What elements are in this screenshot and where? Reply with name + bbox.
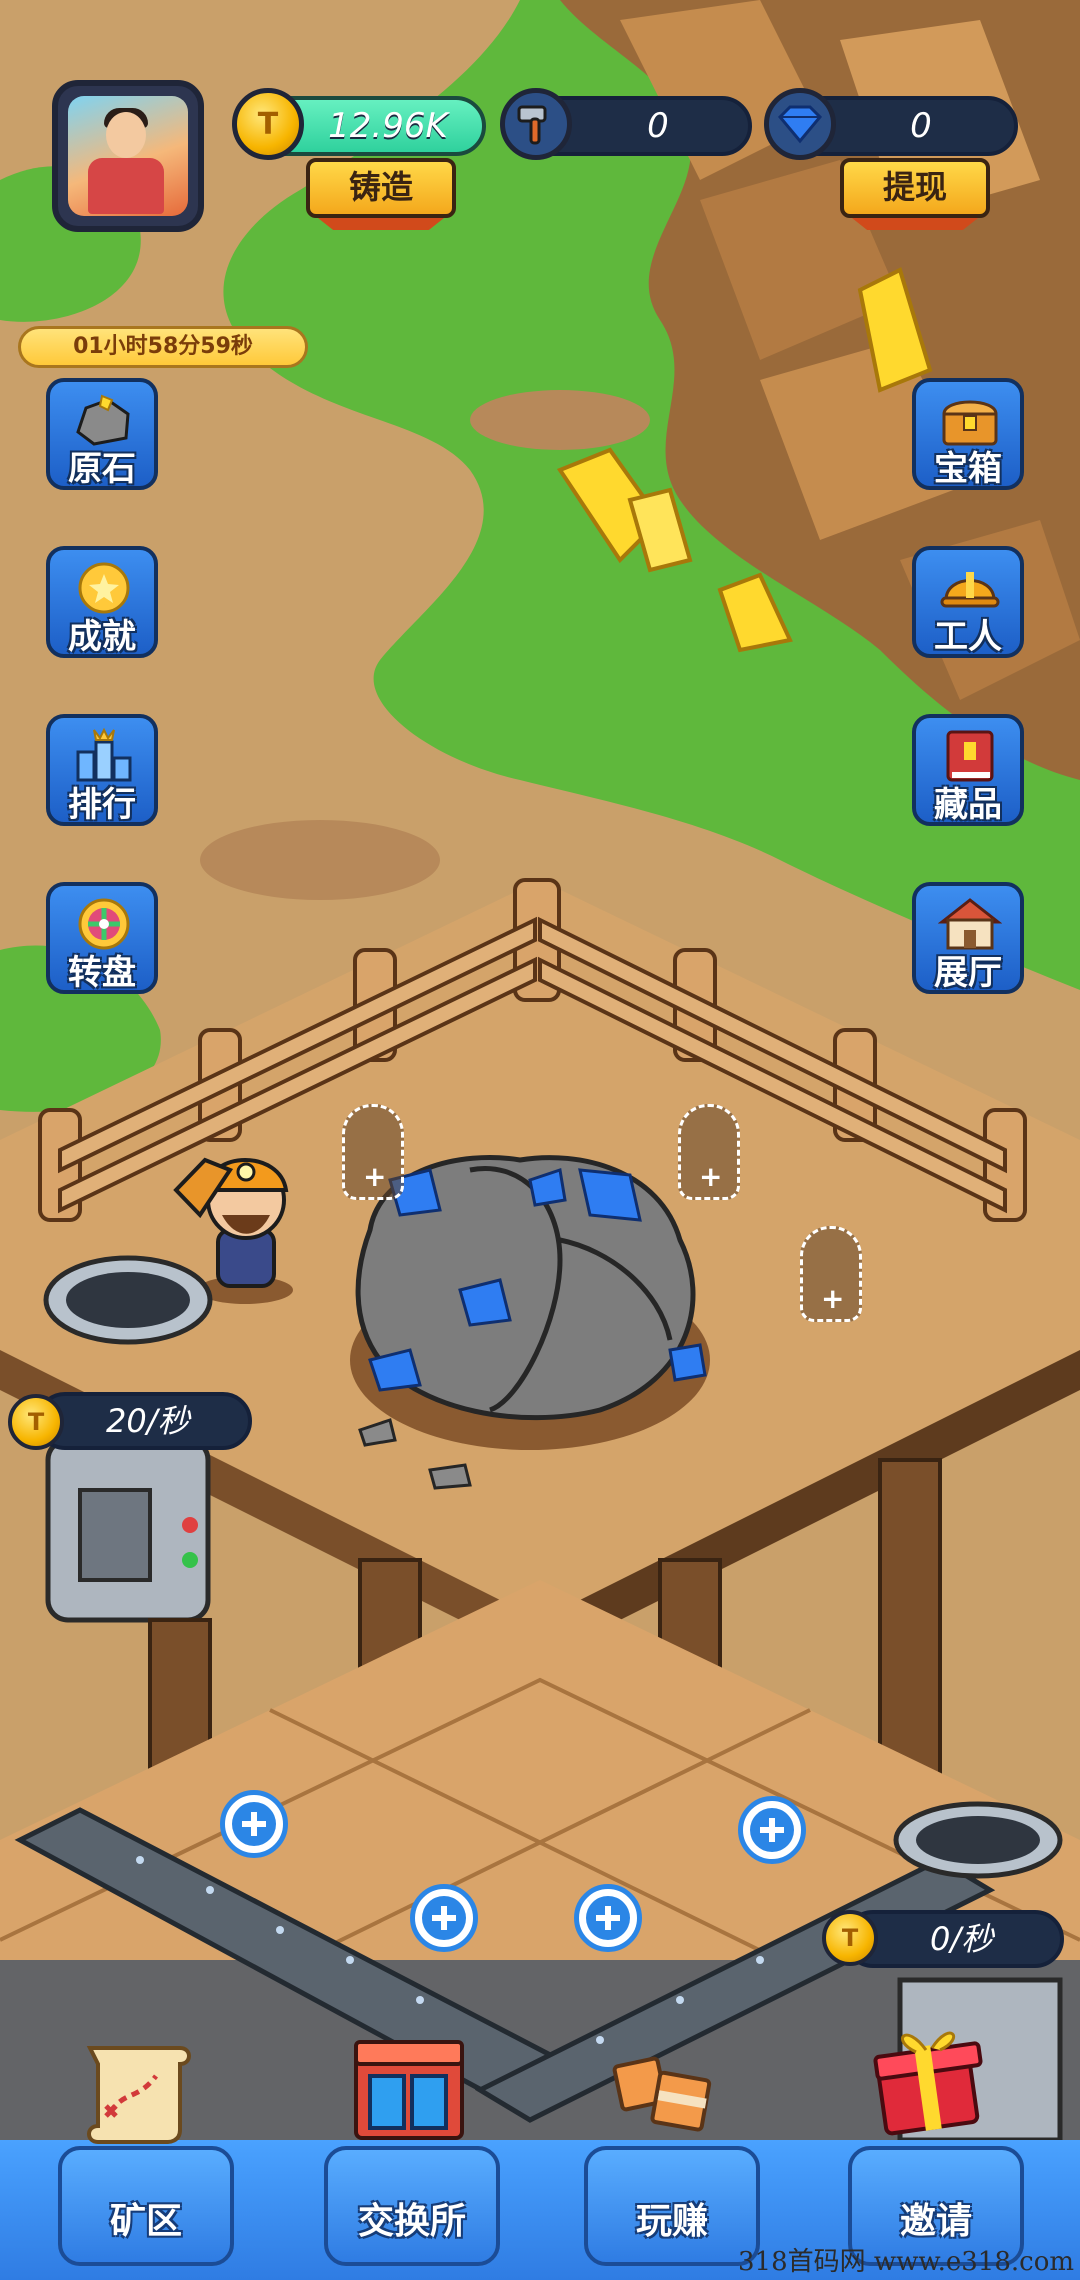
mine-rate-pill: 20/秒 [36,1392,252,1450]
player-avatar[interactable] [52,80,204,232]
side-label-treasure-chest: 宝箱 [934,449,1002,489]
side-button-collection[interactable]: 藏品 [912,714,1024,826]
shop-icon [354,2040,464,2140]
worker-slot[interactable]: + [678,1104,740,1200]
ranking-crown-icon [76,728,132,782]
add-conveyor-button[interactable] [574,1884,642,1952]
plus-icon [422,1896,466,1940]
side-label-lucky-wheel: 转盘 [68,953,136,993]
hammer-icon [500,88,572,160]
house-icon [938,898,1002,950]
worker-slot[interactable]: + [800,1226,862,1322]
lucky-wheel-icon [78,898,130,950]
side-label-exhibition-hall: 展厅 [934,953,1002,993]
conveyor-rate-value: 0/秒 [930,1920,994,1958]
add-conveyor-button[interactable] [738,1796,806,1864]
ore-stone-icon [76,394,130,446]
gem-balance-value: 0 [910,106,932,146]
side-button-exhibition-hall[interactable]: 展厅 [912,882,1024,994]
side-button-treasure-chest[interactable]: 宝箱 [912,378,1024,490]
treasure-chest-icon [942,400,998,446]
ore-refresh-timer: 01小时58分59秒 [18,326,308,368]
forge-button[interactable]: 铸造 [306,158,456,218]
worker-slot[interactable]: + [342,1104,404,1200]
side-label-raw-ore: 原石 [68,449,136,489]
side-button-ranking[interactable]: 排行 [46,714,158,826]
side-button-workers[interactable]: 工人 [912,546,1024,658]
side-label-achievements: 成就 [68,617,136,657]
hammer-balance-value: 0 [647,106,669,146]
side-button-achievements[interactable]: 成就 [46,546,158,658]
plus-icon [750,1808,794,1852]
coin-balance-value: 12.96K [328,106,448,146]
diamond-icon [764,88,836,160]
watermark-text: 318首码网 www.e318.com [738,2247,1074,2277]
plus-icon [586,1896,630,1940]
withdraw-button[interactable]: 提现 [840,158,990,218]
red-gift-icon [873,2031,983,2136]
plus-icon [232,1802,276,1846]
map-scroll-icon [86,2046,191,2144]
gift-box-icon [612,2056,712,2132]
achievement-medal-icon [78,562,130,614]
coin-icon: T [8,1394,64,1450]
hard-hat-icon [940,572,1000,608]
coin-icon: T [232,88,304,160]
mine-rate-value: 20/秒 [106,1402,190,1440]
nav-label-mine-area: 矿区 [109,2201,182,2242]
nav-label-exchange: 交换所 [357,2201,466,2242]
nav-label-play-earn: 玩赚 [635,2201,708,2242]
side-label-workers: 工人 [934,617,1002,657]
side-label-ranking: 排行 [68,785,136,825]
add-conveyor-button[interactable] [410,1884,478,1952]
side-label-collection: 藏品 [934,785,1002,825]
side-button-raw-ore[interactable]: 原石 [46,378,158,490]
coin-icon: T [822,1910,878,1966]
nav-label-invite: 邀请 [899,2201,972,2242]
collection-book-icon [946,730,994,782]
nav-exchange[interactable]: 交换所 [324,2146,500,2266]
side-button-lucky-wheel[interactable]: 转盘 [46,882,158,994]
nav-mine-area[interactable]: 矿区 [58,2146,234,2266]
add-conveyor-button[interactable] [220,1790,288,1858]
nav-play-earn[interactable]: 玩赚 [584,2146,760,2266]
